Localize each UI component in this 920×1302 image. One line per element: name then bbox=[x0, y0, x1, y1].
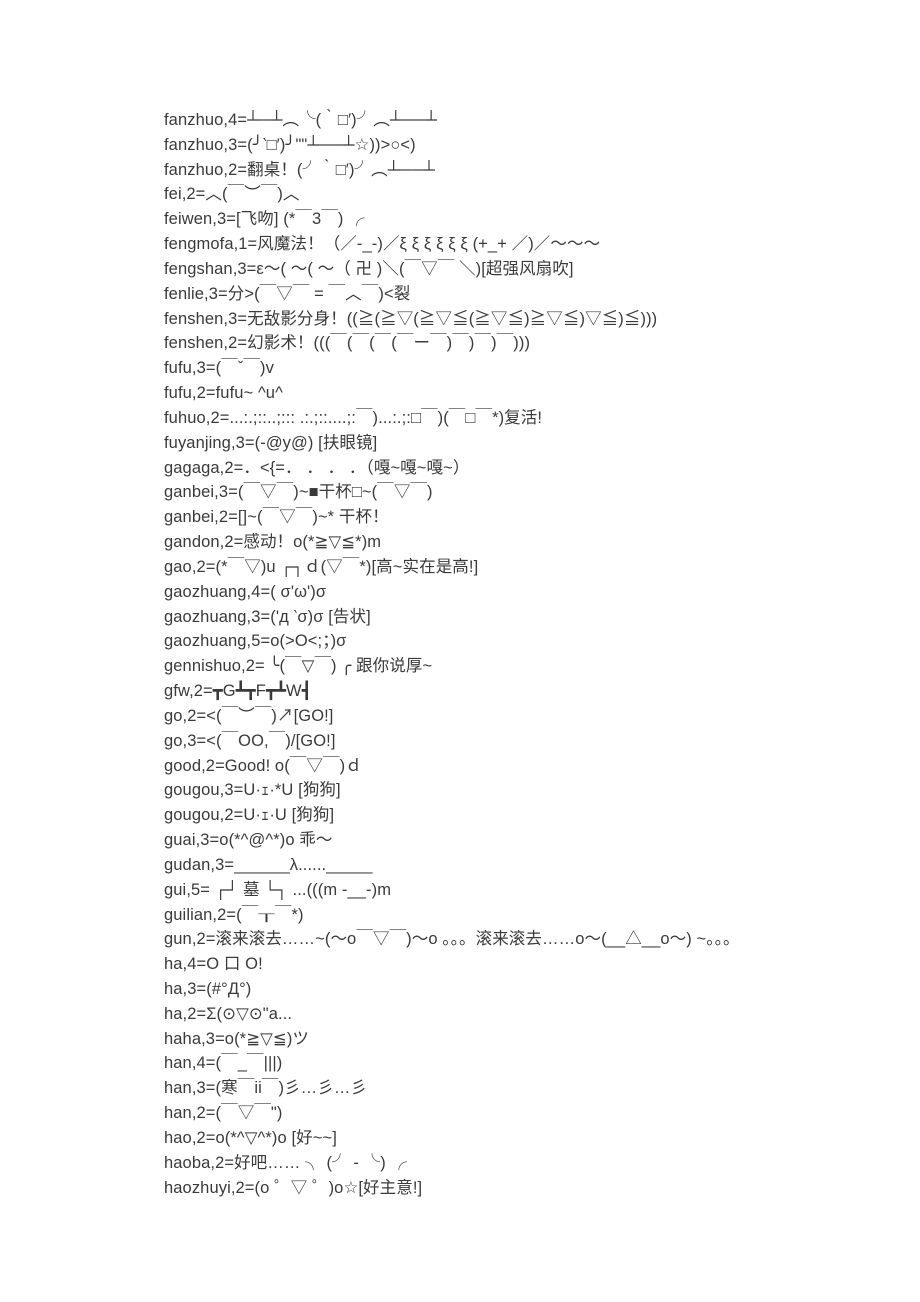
emoticon-entry: guilian,2=(￣┰￣*) bbox=[164, 903, 920, 928]
emoticon-entry: ha,4=O 口 O! bbox=[164, 952, 920, 977]
emoticon-entry: go,3=<(￣OO,￣)/[GO!] bbox=[164, 729, 920, 754]
emoticon-entry: han,2=(￣▽￣") bbox=[164, 1101, 920, 1126]
emoticon-entry: fufu,3=(￣ˇ￣)v bbox=[164, 356, 920, 381]
emoticon-entry: gennishuo,2= ╰(￣▽￣) ╭ 跟你说厚~ bbox=[164, 654, 920, 679]
emoticon-entry: gougou,2=U·ｪ·U [狗狗] bbox=[164, 803, 920, 828]
emoticon-entry: gandon,2=感动！o(*≧▽≦*)m bbox=[164, 530, 920, 555]
emoticon-entry: gaozhuang,5=o(>O<;；)σ bbox=[164, 629, 920, 654]
emoticon-entry: gagaga,2=．<{=． ． ． ．（嘎~嘎~嘎~） bbox=[164, 456, 920, 481]
emoticon-entry: haozhuyi,2=(o ゜▽ ゜)o☆[好主意!] bbox=[164, 1176, 920, 1201]
emoticon-entry: fanzhuo,4=┴─┴︵╰(‵□′)╯︵┴──┴ bbox=[164, 108, 920, 133]
emoticon-entry: gougou,3=U·ｪ·*U [狗狗] bbox=[164, 778, 920, 803]
emoticon-entry: gao,2=(*￣▽)u ┌┐ｄ(▽￣*)[高~实在是高!] bbox=[164, 555, 920, 580]
emoticon-entry: fengmofa,1=风魔法！（／-_-)／ξ ξ ξ ξ ξ ξ (+_+ ／… bbox=[164, 232, 920, 257]
emoticon-entry: gaozhuang,3=('д ‵σ)σ [告状] bbox=[164, 605, 920, 630]
emoticon-entry: fufu,2=fufu~ ^u^ bbox=[164, 381, 920, 406]
emoticon-list: fanzhuo,4=┴─┴︵╰(‵□′)╯︵┴──┴fanzhuo,3=(╯‵□… bbox=[164, 108, 920, 1200]
emoticon-entry: haha,3=o(*≧▽≦)ツ bbox=[164, 1027, 920, 1052]
emoticon-entry: ha,3=(#°Д°) bbox=[164, 977, 920, 1002]
emoticon-entry: feiwen,3=[飞吻] (*￣3￣) ╭ bbox=[164, 207, 920, 232]
emoticon-entry: gui,5= ┌┘ 墓 └┐ ...(((m -__-)m bbox=[164, 878, 920, 903]
emoticon-entry: go,2=<(￣︶￣)↗[GO!] bbox=[164, 704, 920, 729]
emoticon-entry: fanzhuo,3=(╯‵□′)╯""┴──┴☆))>○<) bbox=[164, 133, 920, 158]
emoticon-entry: han,4=(￣_￣|||) bbox=[164, 1051, 920, 1076]
emoticon-entry: hao,2=o(*^▽^*)o [好~~] bbox=[164, 1126, 920, 1151]
emoticon-entry: fuyanjing,3=(-@y@) [扶眼镜] bbox=[164, 431, 920, 456]
emoticon-entry: guai,3=o(*^@^*)o 乖～ bbox=[164, 828, 920, 853]
emoticon-entry: fenlie,3=分>(￣▽￣ = ￣︿￣)<裂 bbox=[164, 282, 920, 307]
emoticon-entry: fei,2=︿(￣︶￣)︿ bbox=[164, 182, 920, 207]
emoticon-entry: han,3=(寒￣ii￣)彡…彡…彡 bbox=[164, 1076, 920, 1101]
emoticon-entry: fanzhuo,2=翻桌！(╯‵□′)╯︵┴──┴ bbox=[164, 158, 920, 183]
emoticon-entry: ha,2=Σ(⊙▽⊙"a... bbox=[164, 1002, 920, 1027]
emoticon-entry: fenshen,2=幻影术！(((￣(￣(￣(￣ー￣)￣)￣)￣))) bbox=[164, 331, 920, 356]
emoticon-entry: fengshan,3=ε～( ～( ～（ 卍 )＼(￣▽￣ ＼)[超强风扇吹] bbox=[164, 257, 920, 282]
emoticon-entry: good,2=Good! o(￣▽￣)ｄ bbox=[164, 754, 920, 779]
emoticon-entry: ganbei,3=(￣▽￣)~■干杯□~(￣▽￣) bbox=[164, 480, 920, 505]
emoticon-entry: gaozhuang,4=( σ'ω')σ bbox=[164, 580, 920, 605]
emoticon-entry: gfw,2=┳G┻┳F┳┻W┫ bbox=[164, 679, 920, 704]
emoticon-entry: fenshen,3=无敌影分身！((≧(≧▽(≧▽≦(≧▽≦)≧▽≦)▽≦)≦)… bbox=[164, 307, 920, 332]
emoticon-entry: haoba,2=好吧…… ╮ (╯ - ╰) ╭ bbox=[164, 1151, 920, 1176]
emoticon-entry: ganbei,2=[]~(￣▽￣)~* 干杯！ bbox=[164, 505, 920, 530]
emoticon-entry: fuhuo,2=...:.;::..;::: .:.;::....;:￣)...… bbox=[164, 406, 920, 431]
emoticon-entry: gun,2=滚来滚去……~(～o￣▽￣)～o 。。。滚来滚去……o～(__△__… bbox=[164, 927, 920, 952]
emoticon-entry: gudan,3=______λ......_____ bbox=[164, 853, 920, 878]
